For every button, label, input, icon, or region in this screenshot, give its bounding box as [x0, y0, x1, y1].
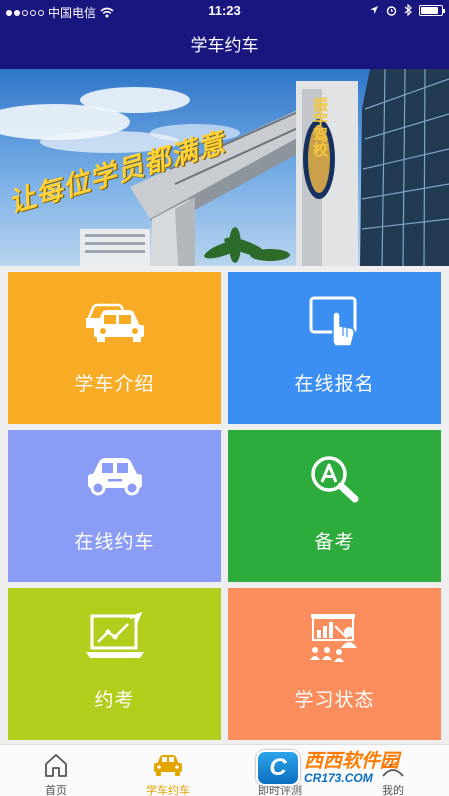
status-icons: [369, 4, 445, 16]
car-icon: [154, 755, 182, 776]
tile-exam-prep[interactable]: 备考: [228, 430, 441, 582]
location-icon: [370, 6, 378, 14]
alarm-icon: [386, 5, 397, 16]
watermark-badge-icon: C: [256, 750, 300, 786]
watermark-logo: C 西西软件园 CR173.COM: [256, 748, 434, 788]
home-icon: [45, 754, 67, 777]
tab-label: 首页: [45, 785, 67, 796]
tab-car-booking[interactable]: 学车约车: [112, 745, 224, 796]
banner-image: 让每位学员都满意 振宇驾校: [0, 69, 449, 266]
tile-label: 备考: [314, 532, 355, 553]
tab-label: 学车约车: [146, 785, 190, 796]
tablet-touch-icon: [309, 296, 356, 347]
battery-icon: [419, 4, 445, 16]
watermark-name: 西西软件园: [304, 750, 400, 772]
nav-bar: 学车约车: [0, 22, 449, 69]
watermark-site: CR173.COM: [304, 770, 373, 785]
tile-label: 约考: [94, 690, 135, 711]
banner-sign: 振宇驾校: [311, 97, 329, 157]
bluetooth-icon: [404, 4, 412, 16]
tile-online-register[interactable]: 在线报名: [228, 272, 441, 424]
tile-course-intro[interactable]: 学车介绍: [8, 272, 221, 424]
car-icon: [87, 458, 142, 496]
presentation-icon: [309, 614, 357, 662]
tile-label: 学习状态: [294, 690, 375, 711]
status-bar: 中国电信 11:23: [0, 0, 449, 22]
tile-study-status[interactable]: 学习状态: [228, 588, 441, 740]
tile-online-booking[interactable]: 在线约车: [8, 430, 221, 582]
tile-label: 学车介绍: [74, 374, 155, 395]
search-a-icon: [310, 456, 358, 503]
tile-label: 在线约车: [74, 532, 155, 553]
tab-home[interactable]: 首页: [0, 745, 112, 796]
page-title: 学车约车: [190, 36, 259, 55]
laptop-chart-icon: [85, 612, 144, 658]
tile-label: 在线报名: [294, 374, 375, 395]
cars-icon: [85, 303, 144, 342]
tile-exam-booking[interactable]: 约考: [8, 588, 221, 740]
